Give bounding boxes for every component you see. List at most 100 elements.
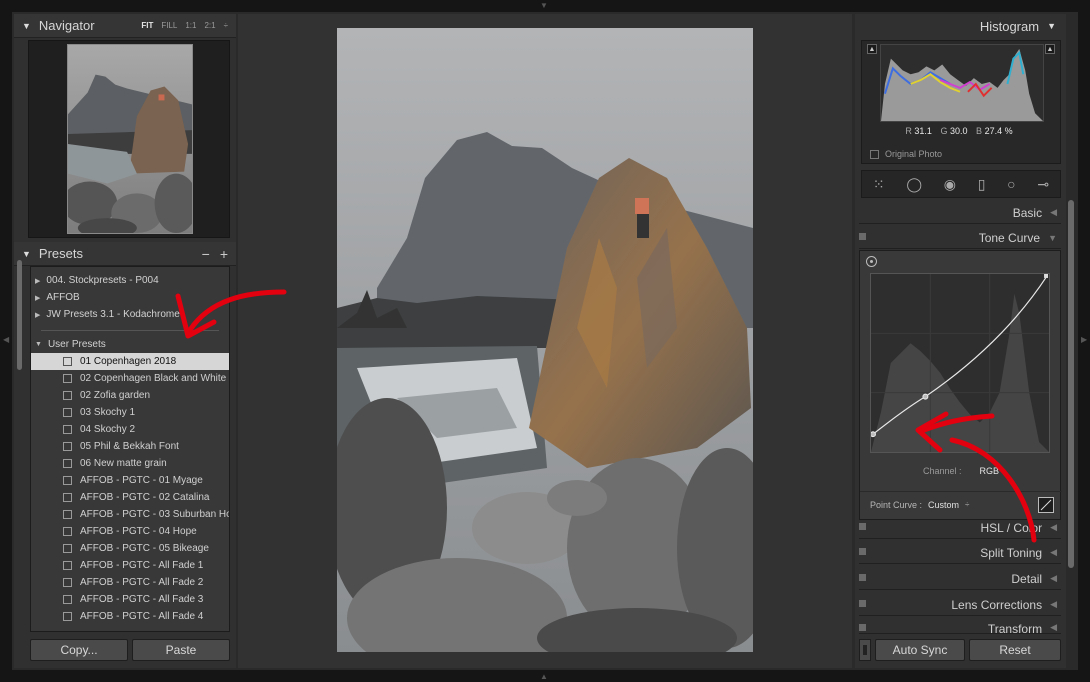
red-eye-icon[interactable]: ◉ (944, 176, 956, 193)
section-detail[interactable]: Detail ◀ (859, 568, 1061, 590)
presets-header[interactable]: ▼ Presets − + (14, 242, 236, 266)
expand-triangle-icon[interactable]: ▶ (35, 311, 40, 319)
edit-point-curve-icon[interactable] (1038, 497, 1054, 513)
expand-triangle-icon[interactable]: ◀ (1050, 573, 1057, 584)
point-curve-selector[interactable]: Point Curve : Custom ÷ (860, 491, 1062, 517)
zoom-fill[interactable]: FILL (161, 21, 177, 30)
panel-switch-icon[interactable] (859, 548, 866, 555)
navigator-thumbnail[interactable] (67, 44, 193, 234)
preset-item[interactable]: AFFOB - PGTC - All Fade 1 (31, 557, 229, 574)
expand-triangle-icon[interactable]: ◀ (1050, 547, 1057, 558)
collapse-triangle-icon[interactable]: ▼ (22, 21, 31, 31)
preset-label: AFFOB - PGTC - 05 Bikeage (80, 543, 209, 554)
highlight-clipping-icon[interactable]: ▲ (1045, 44, 1055, 54)
preset-item[interactable]: 02 Zofia garden (31, 387, 229, 404)
section-transform[interactable]: Transform ◀ (859, 618, 1061, 634)
zoom-2-1[interactable]: 2:1 (204, 21, 215, 30)
panel-switch-icon[interactable] (859, 600, 866, 607)
zoom-fit[interactable]: FIT (141, 21, 153, 30)
preset-item[interactable]: 06 New matte grain (31, 455, 229, 472)
preset-item[interactable]: 05 Phil & Bekkah Font (31, 438, 229, 455)
preset-folder[interactable]: ▶ JW Presets 3.1 - Kodachrome (31, 306, 229, 323)
right-panel-scrollbar[interactable] (1068, 200, 1074, 568)
preset-item[interactable]: AFFOB - PGTC - All Fade 4 (31, 608, 229, 625)
expand-triangle-icon[interactable]: ◀ (1050, 522, 1057, 533)
preset-label: AFFOB - PGTC - 01 Myage (80, 475, 203, 486)
original-photo-toggle[interactable]: Original Photo (870, 149, 942, 159)
presets-scrollbar[interactable] (17, 260, 22, 370)
preset-item[interactable]: AFFOB - PGTC - All Fade 2 (31, 574, 229, 591)
preset-folder-user[interactable]: ▼ User Presets (31, 336, 229, 353)
section-tone-curve[interactable]: Tone Curve ▼ (859, 227, 1061, 249)
section-hsl-color[interactable]: HSL / Color ◀ (859, 517, 1061, 539)
preset-icon (63, 595, 72, 604)
collapse-triangle-icon[interactable]: ▼ (1047, 21, 1056, 31)
preset-item[interactable]: 02 Copenhagen Black and White (31, 370, 229, 387)
expand-triangle-icon[interactable]: ◀ (1050, 207, 1057, 218)
tone-curve-graph[interactable] (870, 273, 1050, 453)
panel-switch-icon[interactable] (859, 624, 866, 631)
navigator-header[interactable]: ▼ Navigator FIT FILL 1:1 2:1 ÷ (14, 14, 236, 38)
dropdown-arrows-icon[interactable]: ÷ (965, 500, 969, 509)
left-panel: ▼ Navigator FIT FILL 1:1 2:1 ÷ ▼ Presets… (14, 14, 236, 668)
preset-folder[interactable]: ▶ AFFOB (31, 289, 229, 306)
preset-item[interactable]: AFFOB - PGTC - 04 Hope (31, 523, 229, 540)
zoom-1-1[interactable]: 1:1 (185, 21, 196, 30)
preset-item[interactable]: 01 Copenhagen 2018 (31, 353, 229, 370)
panel-switch-icon[interactable] (859, 574, 866, 581)
histogram-graph[interactable] (880, 44, 1044, 122)
preset-item[interactable]: 03 Skochy 1 (31, 404, 229, 421)
expand-triangle-icon[interactable]: ▶ (35, 277, 40, 285)
sync-toggle-switch[interactable] (859, 639, 871, 661)
divider (41, 330, 219, 331)
crop-grid-icon[interactable]: ⁙ (873, 176, 885, 193)
main-photo[interactable] (337, 28, 753, 652)
panel-switch-icon[interactable] (859, 233, 866, 240)
preset-item[interactable]: 04 Skochy 2 (31, 421, 229, 438)
preset-label: AFFOB - PGTC - All Fade 4 (80, 611, 204, 622)
graduated-filter-icon[interactable]: ▯ (978, 176, 986, 193)
left-panel-toggle-icon[interactable]: ◀ (3, 336, 9, 344)
expand-triangle-icon[interactable]: ◀ (1050, 622, 1057, 633)
channel-selector[interactable]: Channel : RGB (860, 466, 1062, 476)
preset-item[interactable]: AFFOB - PGTC - 03 Suburban Home (31, 506, 229, 523)
shadow-clipping-icon[interactable]: ▲ (867, 44, 877, 54)
add-preset-icon[interactable]: + (220, 246, 228, 262)
top-panel-toggle-icon[interactable]: ▼ (540, 2, 548, 10)
radial-filter-icon[interactable]: ○ (1007, 176, 1015, 192)
preset-label: 03 Skochy 1 (80, 407, 136, 418)
navigator-zoom-modes: FIT FILL 1:1 2:1 ÷ (141, 21, 228, 30)
copy-button[interactable]: Copy... (30, 639, 128, 661)
expand-triangle-icon[interactable]: ◀ (1050, 599, 1057, 610)
section-lens-corrections[interactable]: Lens Corrections ◀ (859, 594, 1061, 616)
adjustment-brush-icon[interactable]: ⊸ (1037, 176, 1049, 193)
auto-sync-button[interactable]: Auto Sync (875, 639, 965, 661)
preset-item[interactable]: AFFOB - PGTC - 02 Catalina (31, 489, 229, 506)
targeted-adjustment-icon[interactable] (866, 256, 877, 267)
navigator-preview[interactable] (28, 40, 230, 238)
paste-button[interactable]: Paste (132, 639, 230, 661)
preset-item[interactable]: AFFOB - PGTC - 05 Bikeage (31, 540, 229, 557)
collapse-triangle-icon[interactable]: ▼ (1048, 233, 1057, 243)
preset-icon (63, 578, 72, 587)
section-basic[interactable]: Basic ◀ (859, 202, 1061, 224)
checkbox[interactable] (870, 149, 879, 159)
preset-item[interactable]: AFFOB - PGTC - 01 Myage (31, 472, 229, 489)
section-split-toning[interactable]: Split Toning ◀ (859, 542, 1061, 564)
preset-label: 01 Copenhagen 2018 (80, 356, 177, 367)
right-panel-toggle-icon[interactable]: ▶ (1081, 336, 1087, 344)
reset-button[interactable]: Reset (969, 639, 1061, 661)
expand-triangle-icon[interactable]: ▶ (35, 294, 40, 302)
histogram-title: Histogram (979, 18, 1040, 34)
spot-removal-icon[interactable]: ◯ (906, 176, 922, 193)
preset-folder[interactable]: ▶ 004. Stockpresets - P004 (31, 272, 229, 289)
histogram-header[interactable]: Histogram ▼ (855, 14, 1066, 38)
collapse-triangle-icon[interactable]: ▼ (22, 249, 31, 259)
zoom-more-icon[interactable]: ÷ (224, 21, 228, 30)
collapse-triangle-icon[interactable]: ▼ (35, 341, 42, 348)
bottom-panel-toggle-icon[interactable]: ▲ (540, 673, 548, 681)
remove-preset-icon[interactable]: − (202, 246, 210, 262)
preset-item[interactable]: AFFOB - PGTC - All Fade 3 (31, 591, 229, 608)
presets-title: Presets (38, 246, 83, 261)
panel-switch-icon[interactable] (859, 523, 866, 530)
